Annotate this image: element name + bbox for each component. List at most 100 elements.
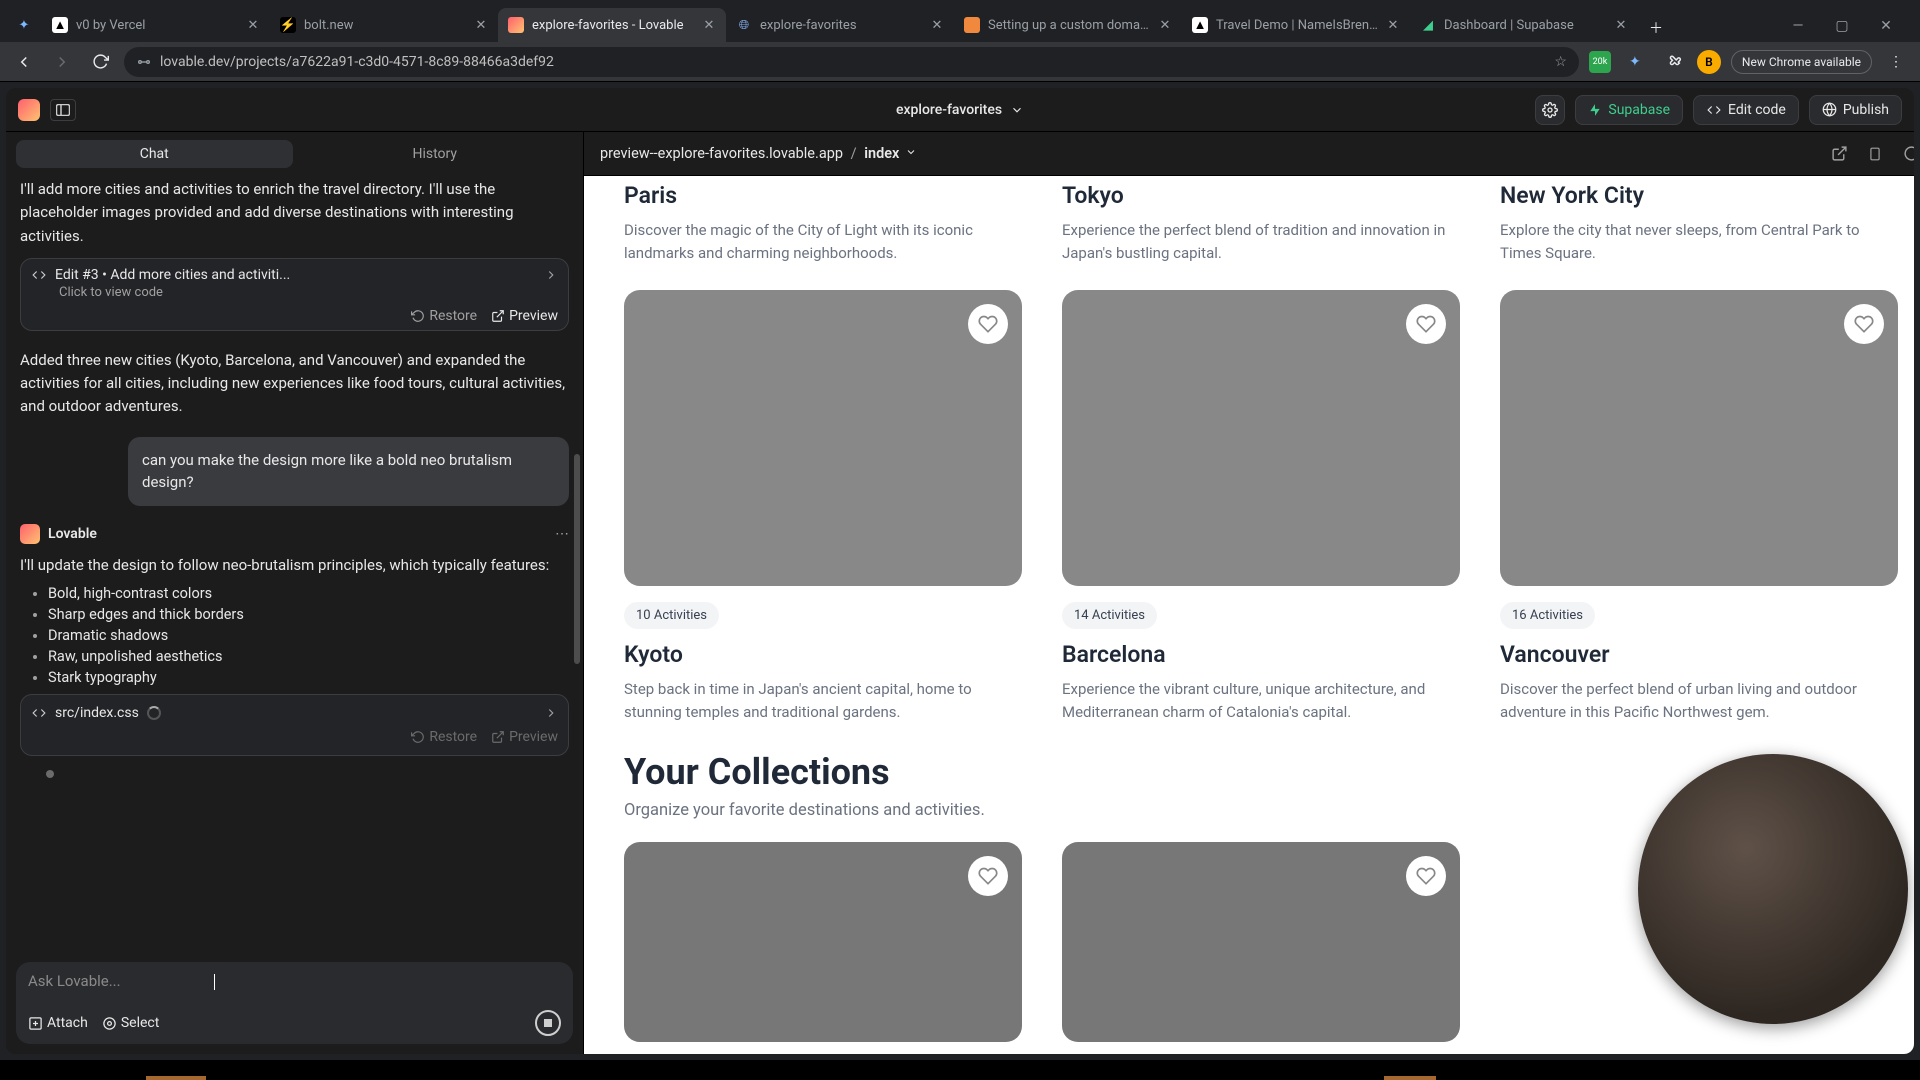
- list-item: Stark typography: [48, 669, 569, 686]
- reload-button[interactable]: [86, 48, 114, 76]
- spinner-icon: [147, 706, 161, 720]
- heart-icon: [1416, 866, 1436, 886]
- heart-icon: [978, 314, 998, 334]
- city-card[interactable]: 14 Activities Barcelona Experience the v…: [1062, 290, 1460, 723]
- settings-button[interactable]: [1535, 95, 1565, 125]
- back-button[interactable]: [10, 48, 38, 76]
- city-image: [624, 290, 1022, 586]
- close-icon[interactable]: ✕: [1614, 18, 1628, 32]
- target-icon: [102, 1016, 117, 1031]
- collection-image[interactable]: [1062, 842, 1460, 1042]
- city-title: New York City: [1500, 182, 1898, 209]
- star-icon[interactable]: ☆: [1554, 54, 1567, 70]
- city-card[interactable]: Tokyo Experience the perfect blend of tr…: [1062, 182, 1460, 264]
- preview-button[interactable]: Preview: [491, 308, 558, 324]
- mobile-preview-button[interactable]: [1864, 143, 1886, 165]
- assistant-bullet-list: Bold, high-contrast colors Sharp edges a…: [20, 585, 569, 686]
- supabase-icon: [1588, 103, 1602, 117]
- new-tab-button[interactable]: ＋: [1642, 14, 1670, 42]
- preview-panel: preview--explore-favorites.lovable.app /…: [584, 132, 1914, 1054]
- favorite-button[interactable]: [1844, 304, 1884, 344]
- doc-icon: [964, 17, 980, 33]
- browser-tab-title: Dashboard | Supabase: [1444, 18, 1606, 33]
- browser-tab[interactable]: ◢ Dashboard | Supabase ✕: [1410, 8, 1638, 42]
- city-card[interactable]: 10 Activities Kyoto Step back in time in…: [624, 290, 1022, 723]
- close-icon[interactable]: ✕: [702, 18, 716, 32]
- extension-icon[interactable]: 20k: [1589, 51, 1611, 73]
- browser-tab[interactable]: ⚡ bolt.new ✕: [270, 8, 498, 42]
- window-minimize-button[interactable]: —: [1782, 10, 1814, 42]
- chat-scroll-area[interactable]: I'll add more cities and activities to e…: [6, 174, 583, 954]
- lovable-logo-icon[interactable]: [18, 99, 40, 121]
- external-link-icon: [491, 309, 505, 323]
- city-title: Vancouver: [1500, 641, 1898, 668]
- sparkle-icon: ✦: [16, 17, 32, 33]
- extensions-button[interactable]: [1659, 48, 1687, 76]
- chat-input[interactable]: Ask Lovable...: [28, 972, 561, 1010]
- video-progress-bar: [0, 1076, 1920, 1080]
- close-icon[interactable]: ✕: [1158, 18, 1172, 32]
- restore-button[interactable]: Restore: [411, 308, 477, 324]
- extension-icon[interactable]: ✦: [1621, 48, 1649, 76]
- browser-tab[interactable]: 🌐︎ explore-favorites ✕: [726, 8, 954, 42]
- browser-tab[interactable]: ▲ Travel Demo | NameIsBrenda ✕: [1182, 8, 1410, 42]
- city-card[interactable]: Paris Discover the magic of the City of …: [624, 182, 1022, 264]
- browser-tab[interactable]: Setting up a custom domain ✕: [954, 8, 1182, 42]
- city-card[interactable]: New York City Explore the city that neve…: [1500, 182, 1898, 264]
- activities-badge: 16 Activities: [1500, 602, 1595, 629]
- site-info-icon[interactable]: [136, 54, 152, 70]
- list-item: Raw, unpolished aesthetics: [48, 648, 569, 665]
- restore-icon: [411, 730, 425, 744]
- sidebar-toggle-button[interactable]: [50, 99, 76, 121]
- app-topbar: explore-favorites Supabase Edit code: [6, 88, 1914, 132]
- city-desc: Experience the vibrant culture, unique a…: [1062, 678, 1460, 723]
- browser-tab[interactable]: ▲ v0 by Vercel ✕: [42, 8, 270, 42]
- chrome-update-button[interactable]: New Chrome available: [1731, 50, 1872, 74]
- assistant-name: Lovable: [48, 526, 97, 542]
- tab-history[interactable]: History: [297, 140, 574, 168]
- project-switcher[interactable]: explore-favorites: [896, 102, 1024, 118]
- select-button[interactable]: Select: [102, 1015, 159, 1031]
- edit-card[interactable]: Edit #3 • Add more cities and activiti..…: [20, 258, 569, 331]
- window-close-button[interactable]: ✕: [1870, 10, 1902, 42]
- attach-button[interactable]: Attach: [28, 1015, 88, 1031]
- preview-frame[interactable]: Paris Discover the magic of the City of …: [584, 176, 1914, 1054]
- close-icon[interactable]: ✕: [930, 18, 944, 32]
- collection-image[interactable]: [624, 842, 1022, 1042]
- forward-button[interactable]: [48, 48, 76, 76]
- message-menu-button[interactable]: ⋯: [555, 526, 569, 542]
- chevron-right-icon[interactable]: [544, 268, 558, 282]
- preview-route[interactable]: preview--explore-favorites.lovable.app /…: [600, 145, 917, 162]
- globe-icon: [1822, 102, 1837, 117]
- profile-avatar[interactable]: B: [1697, 50, 1721, 74]
- city-card[interactable]: 16 Activities Vancouver Discover the per…: [1500, 290, 1898, 723]
- chat-scrollbar[interactable]: [574, 454, 580, 664]
- list-item: Bold, high-contrast colors: [48, 585, 569, 602]
- publish-button[interactable]: Publish: [1809, 95, 1902, 125]
- address-bar[interactable]: lovable.dev/projects/a7622a91-c3d0-4571-…: [124, 47, 1579, 77]
- browser-tab-title: bolt.new: [304, 18, 466, 33]
- close-icon[interactable]: ✕: [1386, 18, 1400, 32]
- stop-button[interactable]: [535, 1010, 561, 1036]
- globe-icon: 🌐︎: [736, 17, 752, 33]
- favorite-button[interactable]: [1406, 304, 1446, 344]
- refresh-preview-button[interactable]: [1900, 143, 1914, 165]
- supabase-button[interactable]: Supabase: [1575, 95, 1683, 125]
- close-icon[interactable]: ✕: [474, 18, 488, 32]
- chevron-right-icon[interactable]: [544, 706, 558, 720]
- browser-tab-active[interactable]: explore-favorites - Lovable ✕: [498, 8, 726, 42]
- file-card[interactable]: src/index.css Restore: [20, 694, 569, 756]
- favorite-button[interactable]: [968, 856, 1008, 896]
- assistant-message: Added three new cities (Kyoto, Barcelona…: [20, 349, 569, 419]
- favorite-button[interactable]: [1406, 856, 1446, 896]
- browser-menu-button[interactable]: ⋮: [1882, 48, 1910, 76]
- window-maximize-button[interactable]: ▢: [1826, 10, 1858, 42]
- close-icon[interactable]: ✕: [246, 18, 260, 32]
- edit-code-button[interactable]: Edit code: [1693, 95, 1799, 125]
- favorite-button[interactable]: [968, 304, 1008, 344]
- open-external-button[interactable]: [1828, 143, 1850, 165]
- tab-chat[interactable]: Chat: [16, 140, 293, 168]
- browser-tab-pinned[interactable]: ✦: [6, 8, 42, 42]
- city-desc: Discover the perfect blend of urban livi…: [1500, 678, 1898, 723]
- city-title: Barcelona: [1062, 641, 1460, 668]
